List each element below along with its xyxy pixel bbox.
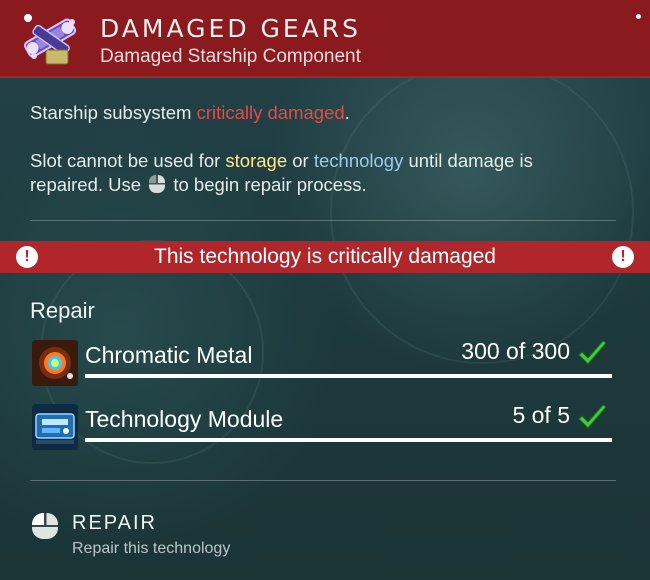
- damage-alert-banner: ! This technology is critically damaged …: [0, 241, 650, 273]
- item-subtitle: Damaged Starship Component: [100, 46, 361, 67]
- check-icon: [576, 338, 608, 370]
- description-text: Slot cannot be used for: [30, 150, 226, 171]
- header-indicator-dot: [636, 14, 641, 19]
- requirement-count: 5 of 5: [512, 402, 570, 428]
- description-line-1: Starship subsystem critically damaged.: [30, 101, 350, 125]
- technology-module-icon: [32, 404, 78, 450]
- description-line-2: Slot cannot be used for storage or techn…: [30, 149, 533, 173]
- chromatic-metal-icon: [32, 340, 78, 386]
- repair-action-label: REPAIR: [72, 512, 157, 534]
- repair-heading: Repair: [30, 298, 95, 323]
- repair-action-sublabel: Repair this technology: [72, 540, 231, 557]
- section-divider: [30, 480, 616, 481]
- description-text: .: [344, 102, 350, 123]
- requirement-row: Chromatic Metal 300 of 300: [30, 338, 612, 390]
- description-text: Starship subsystem: [30, 102, 197, 123]
- requirement-count: 300 of 300: [461, 338, 570, 364]
- description-line-3: repaired. Use to begin repair process.: [30, 173, 367, 197]
- description-text: to begin repair process.: [168, 174, 367, 195]
- requirement-name: Technology Module: [85, 406, 284, 432]
- alert-text: This technology is critically damaged: [154, 245, 496, 268]
- mouse-icon: [30, 512, 64, 540]
- critical-status-text: critically damaged: [196, 102, 345, 123]
- section-divider: [30, 220, 616, 221]
- repair-action-button[interactable]: REPAIR Repair this technology: [30, 508, 330, 568]
- description-text: or: [287, 150, 314, 171]
- description-text: until damage is: [403, 150, 533, 171]
- requirement-row: Technology Module 5 of 5: [30, 402, 612, 454]
- exclamation-icon: !: [612, 246, 634, 268]
- background-ring: [330, 60, 634, 364]
- page-title: DAMAGED GEARS: [100, 14, 362, 43]
- requirement-progress-bar: [85, 438, 612, 442]
- background: [0, 0, 650, 580]
- description-text: repaired. Use: [30, 174, 147, 195]
- storage-keyword: storage: [225, 150, 288, 171]
- check-icon: [576, 402, 608, 434]
- item-header: DAMAGED GEARS Damaged Starship Component: [0, 0, 650, 78]
- requirement-name: Chromatic Metal: [85, 342, 253, 368]
- requirement-progress-bar: [85, 374, 612, 378]
- technology-keyword: technology: [313, 150, 404, 171]
- damaged-gears-icon: [14, 4, 86, 72]
- mouse-icon: [146, 174, 168, 194]
